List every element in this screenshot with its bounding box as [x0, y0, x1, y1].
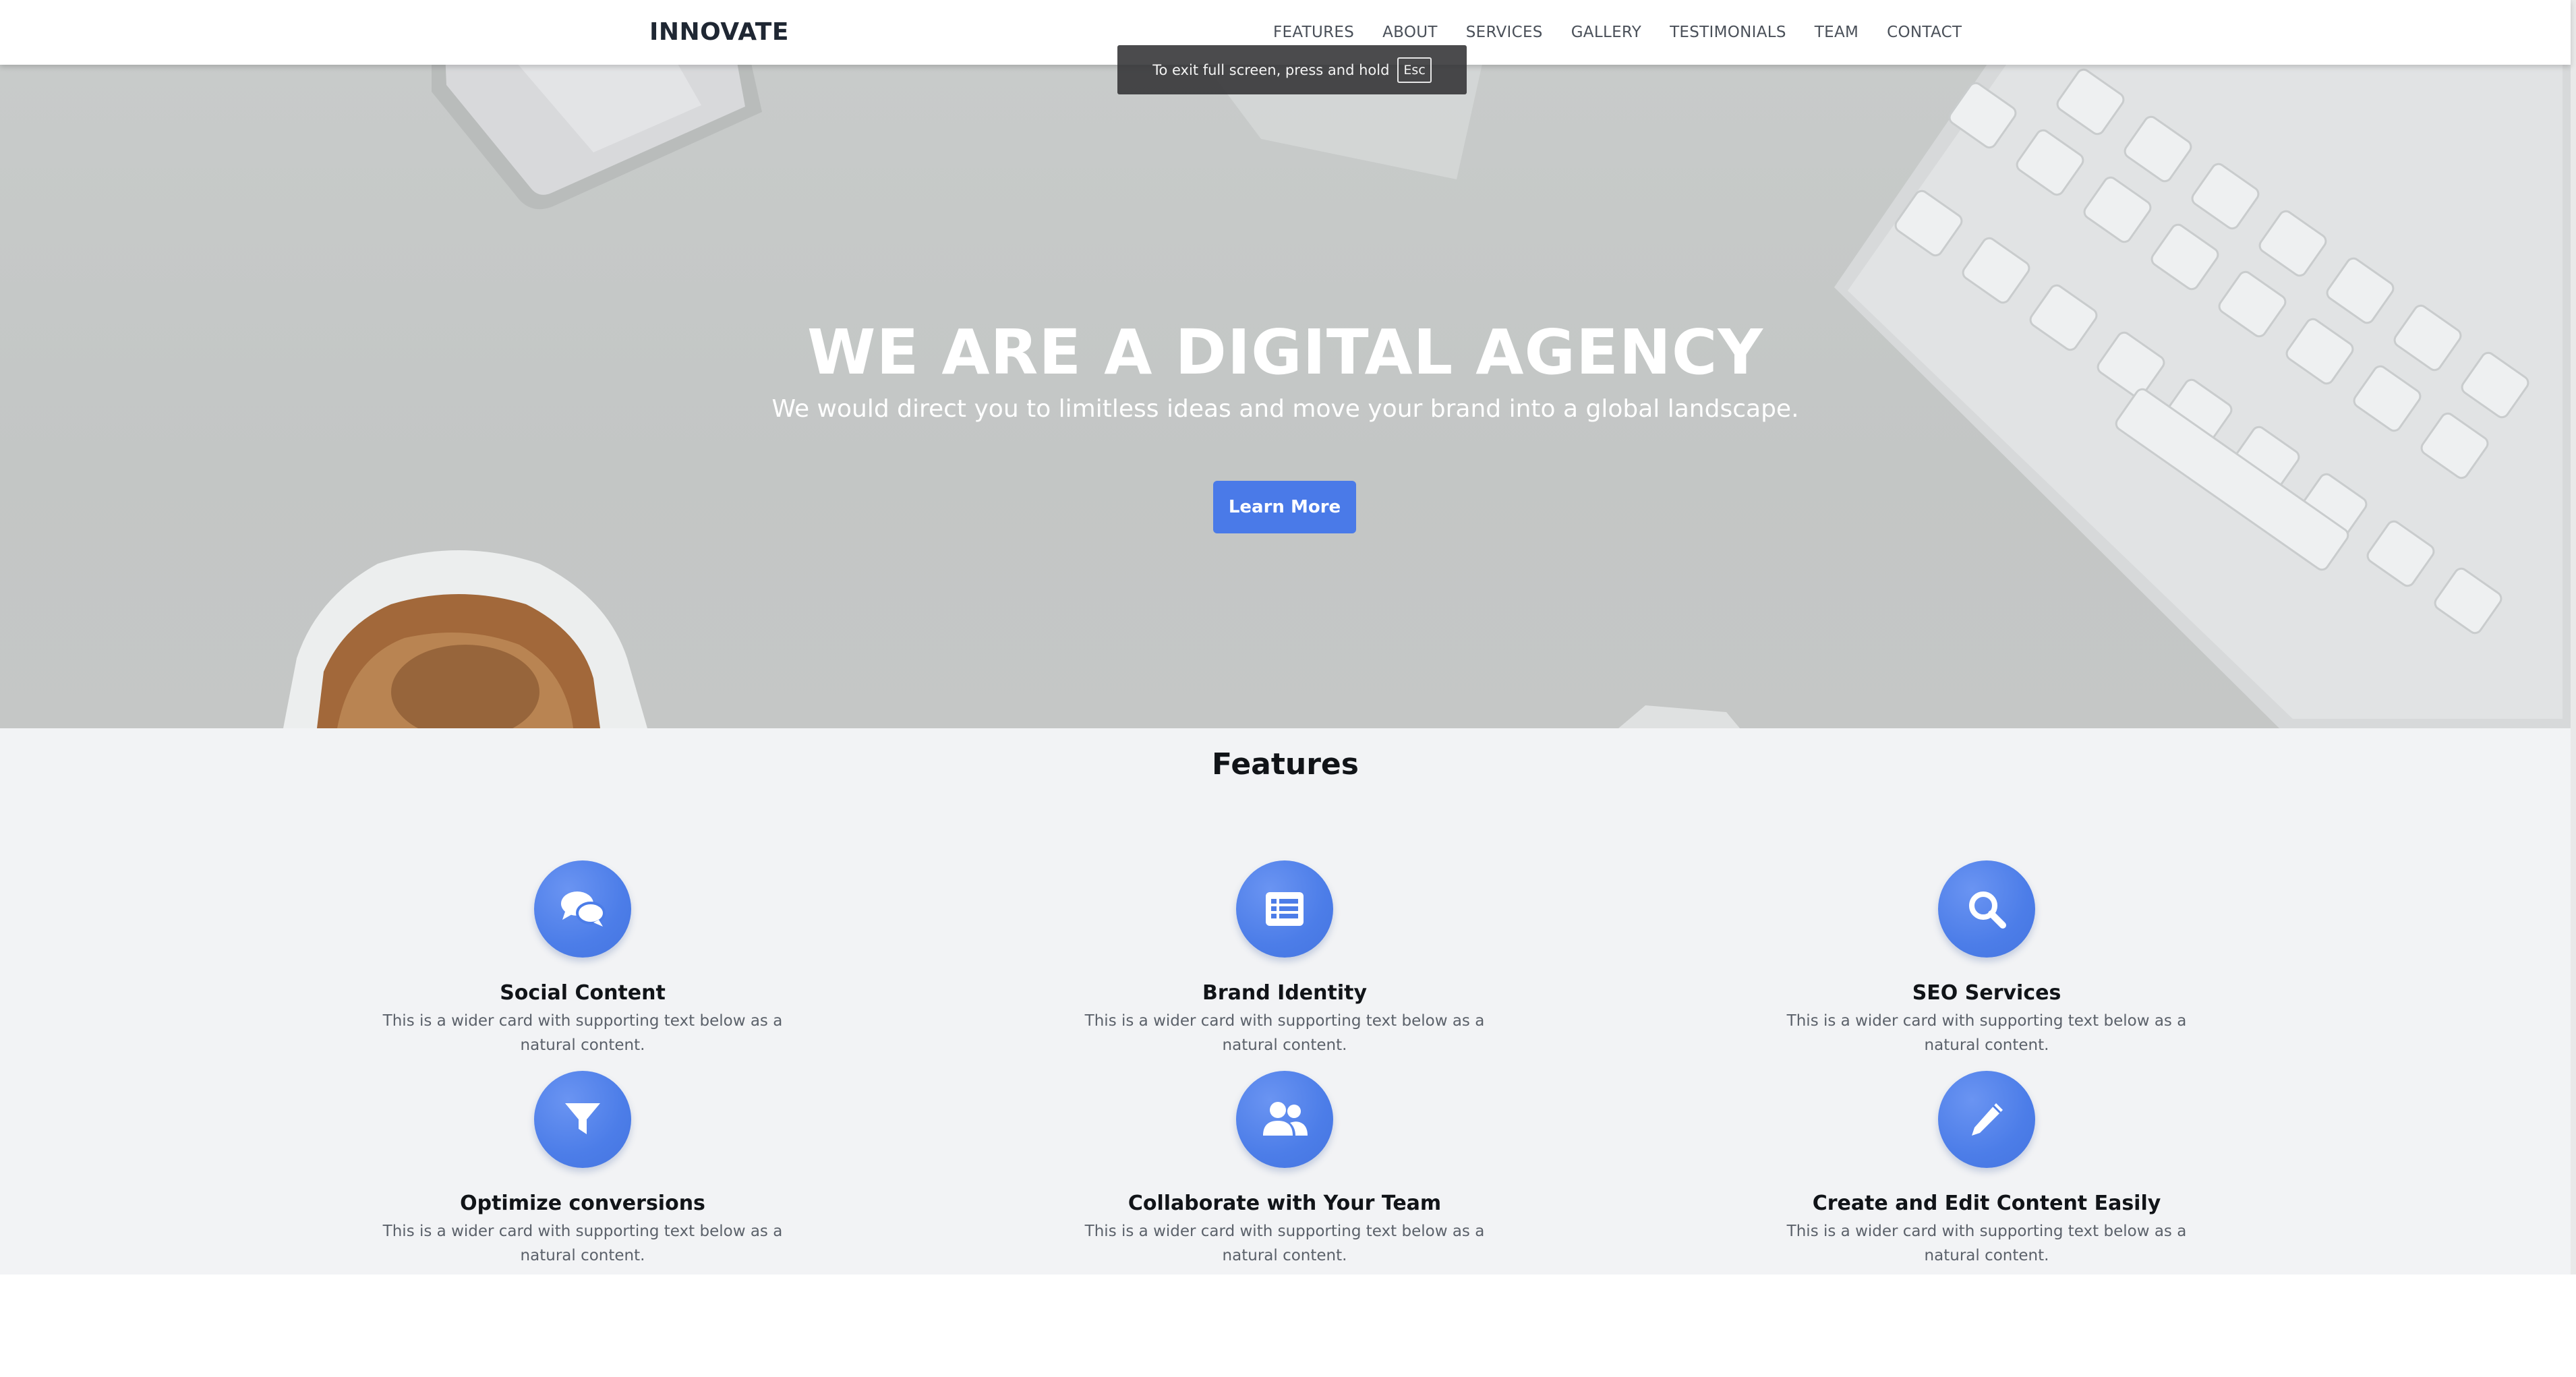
hero-section: WE ARE A DIGITAL AGENCY We would direct … — [0, 65, 2571, 728]
feature-card-collaborate: Collaborate with Your Team This is a wid… — [1062, 1071, 1507, 1268]
feature-icon-circle — [1236, 1071, 1333, 1168]
feature-icon-circle — [534, 1071, 631, 1168]
hero-subtitle: We would direct you to limitless ideas a… — [771, 395, 1799, 423]
feature-title: Collaborate with Your Team — [1128, 1192, 1442, 1215]
nav-link-contact[interactable]: CONTACT — [1887, 22, 1962, 43]
feature-title: Brand Identity — [1202, 981, 1368, 1005]
fullscreen-toast-text: To exit full screen, press and hold — [1152, 61, 1390, 78]
nav-link-gallery[interactable]: GALLERY — [1571, 22, 1641, 43]
hero-title: WE ARE A DIGITAL AGENCY — [807, 316, 1763, 388]
feature-icon-circle — [1236, 860, 1333, 958]
feature-title: SEO Services — [1912, 981, 2061, 1005]
feature-card-optimize-conversions: Optimize conversions This is a wider car… — [360, 1071, 805, 1268]
nav-link-services[interactable]: SERVICES — [1466, 22, 1543, 43]
nav-link-features[interactable]: FEATURES — [1273, 22, 1354, 43]
fullscreen-exit-toast: To exit full screen, press and hold Esc — [1117, 45, 1467, 94]
feature-title: Social Content — [500, 981, 666, 1005]
nav-link-team[interactable]: TEAM — [1815, 22, 1858, 43]
feature-description: This is a wider card with supporting tex… — [1084, 1223, 1485, 1264]
pen-icon — [1972, 1103, 2003, 1136]
feature-title: Optimize conversions — [460, 1192, 705, 1215]
feature-icon-circle — [1938, 860, 2035, 958]
search-icon — [1969, 891, 2006, 929]
feature-title: Create and Edit Content Easily — [1812, 1192, 2161, 1215]
feature-card-social-content: Social Content This is a wider card with… — [360, 860, 805, 1057]
comments-icon — [561, 891, 606, 927]
filter-icon — [565, 1103, 600, 1134]
features-heading: Features — [1212, 747, 1359, 782]
feature-description: This is a wider card with supporting tex… — [1786, 1223, 2187, 1264]
feature-card-brand-identity: Brand Identity This is a wider card with… — [1062, 860, 1507, 1057]
feature-description: This is a wider card with supporting tex… — [382, 1012, 783, 1054]
page-bottom-area — [0, 1275, 2576, 1377]
features-section: Features Social Content This is a wider … — [0, 728, 2571, 1275]
feature-icon-circle — [534, 860, 631, 958]
esc-key-badge: Esc — [1397, 57, 1432, 83]
brand-logo[interactable]: INNOVATE — [649, 18, 789, 47]
nav-link-about[interactable]: ABOUT — [1382, 22, 1438, 43]
list-icon — [1266, 892, 1304, 926]
feature-icon-circle — [1938, 1071, 2035, 1168]
feature-card-seo-services: SEO Services This is a wider card with s… — [1764, 860, 2209, 1057]
feature-description: This is a wider card with supporting tex… — [1084, 1012, 1485, 1054]
feature-description: This is a wider card with supporting tex… — [382, 1223, 783, 1264]
phone-decoration — [432, 65, 762, 210]
feature-card-create-edit: Create and Edit Content Easily This is a… — [1764, 1071, 2209, 1268]
users-icon — [1263, 1102, 1308, 1136]
scrollbar-track[interactable] — [2571, 0, 2576, 1275]
learn-more-button[interactable]: Learn More — [1213, 481, 1356, 533]
feature-description: This is a wider card with supporting tex… — [1786, 1012, 2187, 1054]
coffee-cup-decoration — [283, 550, 647, 728]
nav-link-testimonials[interactable]: TESTIMONIALS — [1670, 22, 1786, 43]
nav-links: FEATURES ABOUT SERVICES GALLERY TESTIMON… — [1273, 22, 1962, 43]
